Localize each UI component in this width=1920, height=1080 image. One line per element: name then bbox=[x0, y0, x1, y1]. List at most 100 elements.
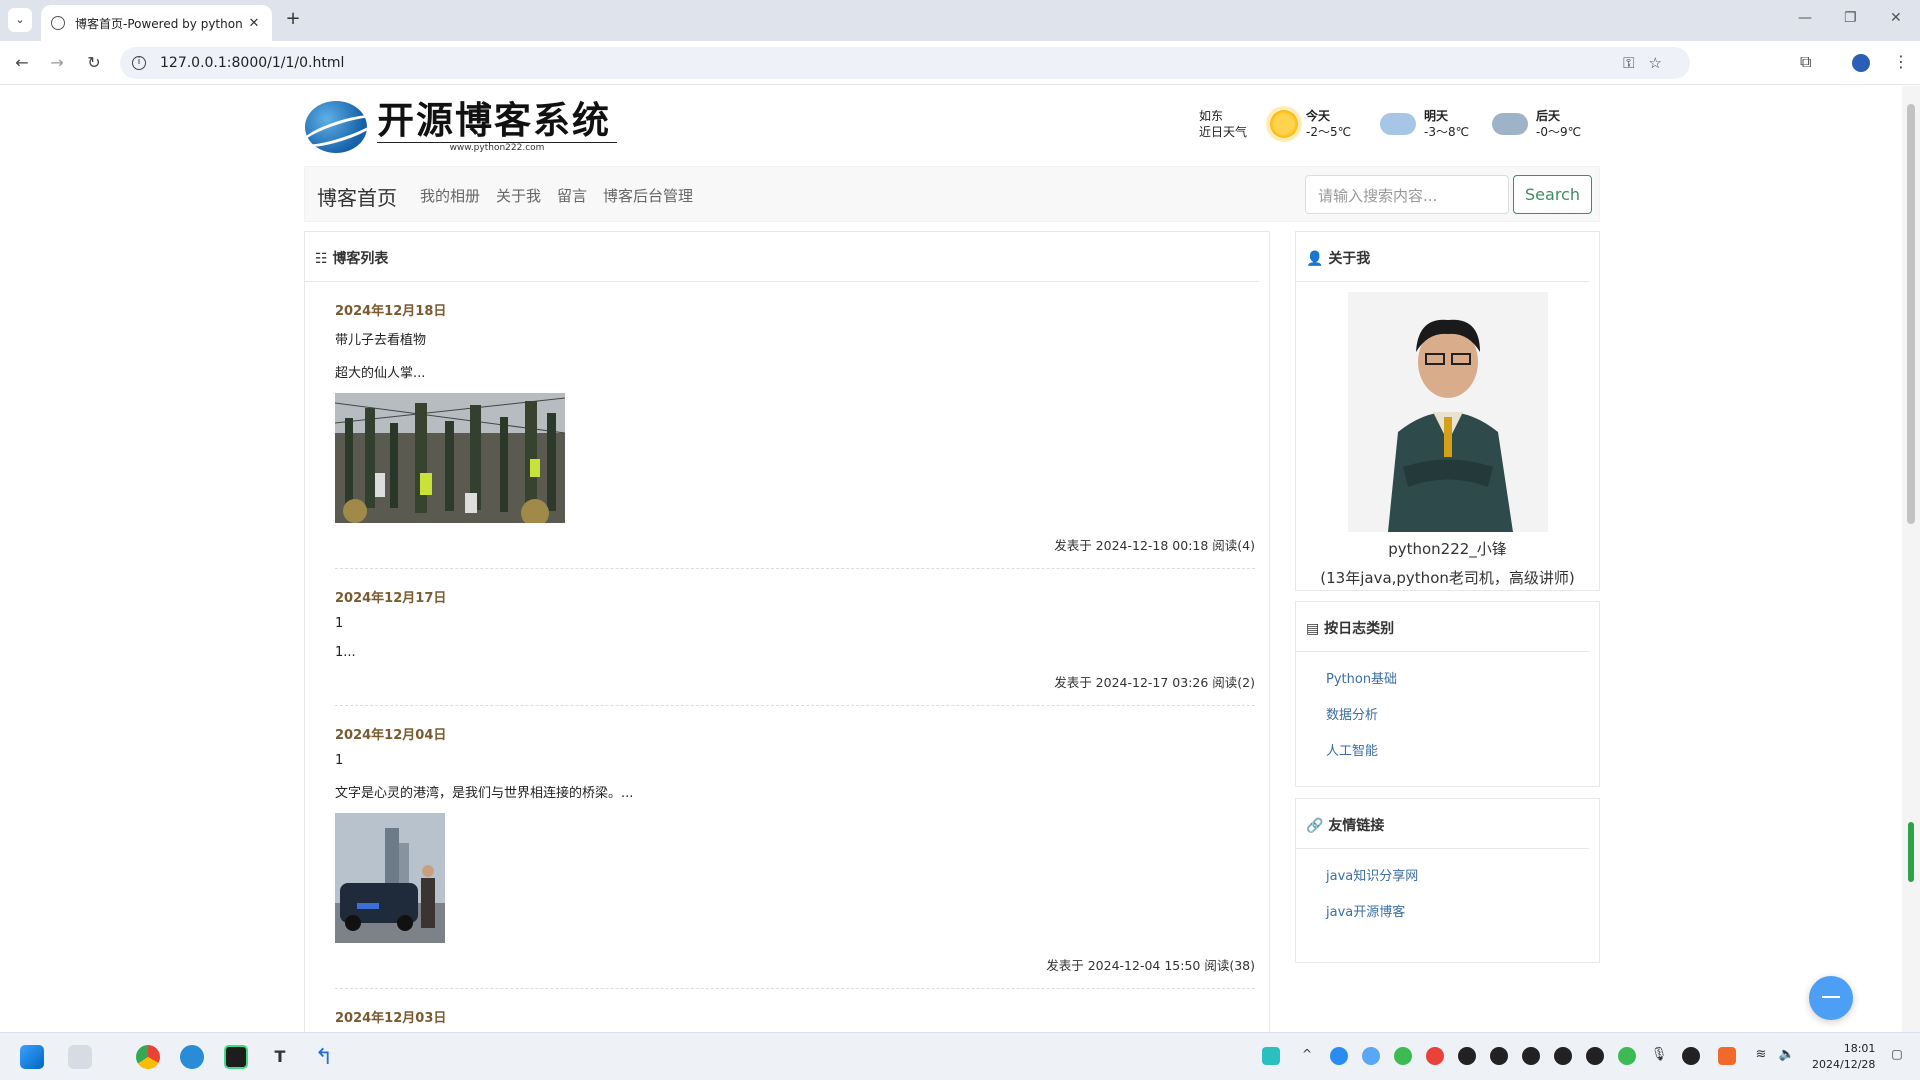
list-item: 2024年12月18日 带儿子去看植物 超大的仙人掌... 发表于 2024-1… bbox=[335, 282, 1255, 569]
category-link[interactable]: 人工智能 bbox=[1326, 740, 1599, 759]
window-close-icon[interactable]: ✕ bbox=[1890, 10, 1902, 26]
clock-date: 2024/12/28 bbox=[1812, 1058, 1876, 1071]
post-title[interactable]: 带儿子去看植物 bbox=[335, 329, 1255, 348]
list-item: 2024年12月03日 1 bbox=[335, 989, 1255, 1032]
scrollbar-thumb[interactable] bbox=[1907, 104, 1915, 524]
weather-day-after: 后天 -0～9℃ bbox=[1492, 108, 1581, 140]
search-button[interactable]: Search bbox=[1513, 175, 1592, 214]
text-editor-icon[interactable]: T bbox=[268, 1045, 292, 1069]
floating-assistant-button[interactable] bbox=[1809, 976, 1853, 1020]
globe-icon bbox=[51, 16, 65, 30]
url-text[interactable]: 127.0.0.1:8000/1/1/0.html bbox=[160, 55, 344, 71]
author-photo bbox=[1347, 292, 1548, 532]
site-info-icon[interactable]: i bbox=[132, 56, 146, 70]
nav-links: 我的相册 关于我 留言 博客后台管理 bbox=[420, 185, 693, 206]
tray-qq-icon[interactable] bbox=[1586, 1047, 1604, 1065]
post-summary: 超大的仙人掌... bbox=[335, 366, 426, 381]
category-heading: 按日志类别 bbox=[1324, 621, 1395, 637]
app-arrow-icon[interactable]: ↰ bbox=[312, 1045, 336, 1070]
page-scrollbar[interactable] bbox=[1902, 86, 1920, 1032]
search-input[interactable]: 请输入搜索内容... bbox=[1305, 175, 1509, 214]
menu-dots-icon[interactable]: ⋮ bbox=[1893, 52, 1909, 71]
nav-link-admin[interactable]: 博客后台管理 bbox=[603, 185, 693, 206]
friend-link[interactable]: java知识分享网 bbox=[1326, 865, 1599, 884]
cactus-photo[interactable] bbox=[335, 393, 565, 523]
post-summary: 1... bbox=[335, 645, 356, 660]
car-photo[interactable] bbox=[335, 813, 445, 943]
tray-expand-icon[interactable]: ^ bbox=[1298, 1047, 1316, 1065]
back-icon[interactable]: ← bbox=[12, 53, 32, 72]
post-title[interactable]: 1 bbox=[335, 753, 1255, 768]
post-meta: 发表于 2024-12-17 03:26 阅读(2) bbox=[1054, 675, 1255, 690]
link-icon: 🔗 bbox=[1306, 818, 1329, 834]
profile-avatar-icon[interactable] bbox=[1852, 54, 1870, 72]
site-logo[interactable]: 开源博客系统 www.python222.com bbox=[305, 100, 617, 153]
friend-link[interactable]: java开源博客 bbox=[1326, 901, 1599, 920]
category-panel: ▤ 按日志类别 Python基础 数据分析 人工智能 bbox=[1295, 601, 1600, 787]
nav-link-about[interactable]: 关于我 bbox=[496, 185, 541, 206]
tray-green-icon[interactable] bbox=[1618, 1047, 1636, 1065]
weather-day-temp: -3～8℃ bbox=[1424, 125, 1470, 139]
tab-search-chevron-icon[interactable]: ⌄ bbox=[8, 8, 32, 32]
chrome-icon[interactable] bbox=[136, 1045, 160, 1069]
friend-links-heading: 友情链接 bbox=[1328, 818, 1385, 834]
password-key-icon[interactable]: ⚿☆ bbox=[1623, 54, 1676, 72]
windows-start-icon[interactable] bbox=[20, 1045, 44, 1069]
post-date: 2024年12月18日 bbox=[335, 304, 447, 319]
forward-icon[interactable]: → bbox=[47, 53, 67, 72]
wifi-icon[interactable]: ≋ bbox=[1752, 1047, 1770, 1065]
category-link[interactable]: Python基础 bbox=[1326, 668, 1599, 687]
weather-day-name: 明天 bbox=[1424, 109, 1449, 123]
system-clock[interactable]: 18:01 2024/12/28 bbox=[1812, 1041, 1875, 1073]
minimize-icon[interactable]: — bbox=[1798, 10, 1812, 26]
tray-close-app-icon[interactable] bbox=[1682, 1047, 1700, 1065]
tray-qq-icon[interactable] bbox=[1458, 1047, 1476, 1065]
list-item: 2024年12月04日 1 文字是心灵的港湾，是我们与世界相连接的桥梁。... … bbox=[335, 706, 1255, 989]
side-widget-tab[interactable] bbox=[1908, 822, 1914, 882]
extensions-icon[interactable]: ⧉ bbox=[1800, 52, 1811, 72]
widgets-icon[interactable] bbox=[68, 1045, 92, 1069]
browser-app-icon[interactable] bbox=[180, 1045, 204, 1069]
tray-app-icon[interactable] bbox=[1262, 1047, 1280, 1065]
post-date: 2024年12月04日 bbox=[335, 728, 447, 743]
category-link[interactable]: 数据分析 bbox=[1326, 704, 1599, 723]
reload-icon[interactable]: ↻ bbox=[84, 53, 104, 72]
browser-tab[interactable]: 博客首页-Powered by python ✕ bbox=[41, 5, 272, 41]
category-header: ▤ 按日志类别 bbox=[1296, 602, 1589, 652]
restore-icon[interactable]: ❐ bbox=[1844, 10, 1857, 26]
address-bar[interactable]: i 127.0.0.1:8000/1/1/0.html ⚿☆ bbox=[120, 47, 1690, 79]
nav-brand-home[interactable]: 博客首页 bbox=[317, 182, 397, 211]
notification-icon[interactable]: ▢ bbox=[1888, 1047, 1906, 1065]
tray-input-method-icon[interactable] bbox=[1718, 1047, 1736, 1065]
tray-wechat-icon[interactable] bbox=[1394, 1047, 1412, 1065]
nav-link-message[interactable]: 留言 bbox=[557, 185, 587, 206]
weather-day-temp: -0～9℃ bbox=[1536, 125, 1582, 139]
tray-help-icon[interactable] bbox=[1330, 1047, 1348, 1065]
tray-qq-icon[interactable] bbox=[1522, 1047, 1540, 1065]
category-list: Python基础 数据分析 人工智能 bbox=[1296, 652, 1599, 759]
list-icon: ☷ bbox=[315, 251, 333, 267]
friend-links-header: 🔗 友情链接 bbox=[1296, 799, 1589, 849]
post-meta: 发表于 2024-12-04 15:50 阅读(38) bbox=[1046, 958, 1255, 973]
weather-day-tomorrow: 明天 -3～8℃ bbox=[1380, 105, 1470, 140]
post-date: 2024年12月03日 bbox=[335, 1011, 447, 1026]
about-header: 👤 关于我 bbox=[1296, 232, 1589, 282]
user-icon: 👤 bbox=[1306, 251, 1329, 267]
book-icon: ▤ bbox=[1306, 621, 1325, 637]
tab-close-icon[interactable]: ✕ bbox=[244, 16, 264, 31]
tray-qq-icon[interactable] bbox=[1554, 1047, 1572, 1065]
new-tab-button[interactable]: + bbox=[281, 8, 305, 29]
globe-logo-icon bbox=[305, 100, 367, 153]
tray-app-red-icon[interactable] bbox=[1426, 1047, 1444, 1065]
nav-link-album[interactable]: 我的相册 bbox=[420, 185, 480, 206]
blog-list-panel: ☷ 博客列表 2024年12月18日 带儿子去看植物 超大的仙人掌... 发表于… bbox=[304, 231, 1270, 1032]
pycharm-icon[interactable] bbox=[224, 1045, 248, 1069]
volume-icon[interactable]: 🔈 bbox=[1778, 1047, 1796, 1065]
tray-qq-icon[interactable] bbox=[1490, 1047, 1508, 1065]
microphone-icon[interactable]: 🎙 bbox=[1650, 1047, 1668, 1065]
partly-cloudy-icon bbox=[1380, 105, 1416, 135]
weather-location: 如东 近日天气 bbox=[1199, 108, 1247, 140]
site-navbar: 博客首页 我的相册 关于我 留言 博客后台管理 请输入搜索内容... Searc… bbox=[304, 166, 1600, 222]
tray-search-icon[interactable] bbox=[1362, 1047, 1380, 1065]
post-title[interactable]: 1 bbox=[335, 616, 1255, 631]
